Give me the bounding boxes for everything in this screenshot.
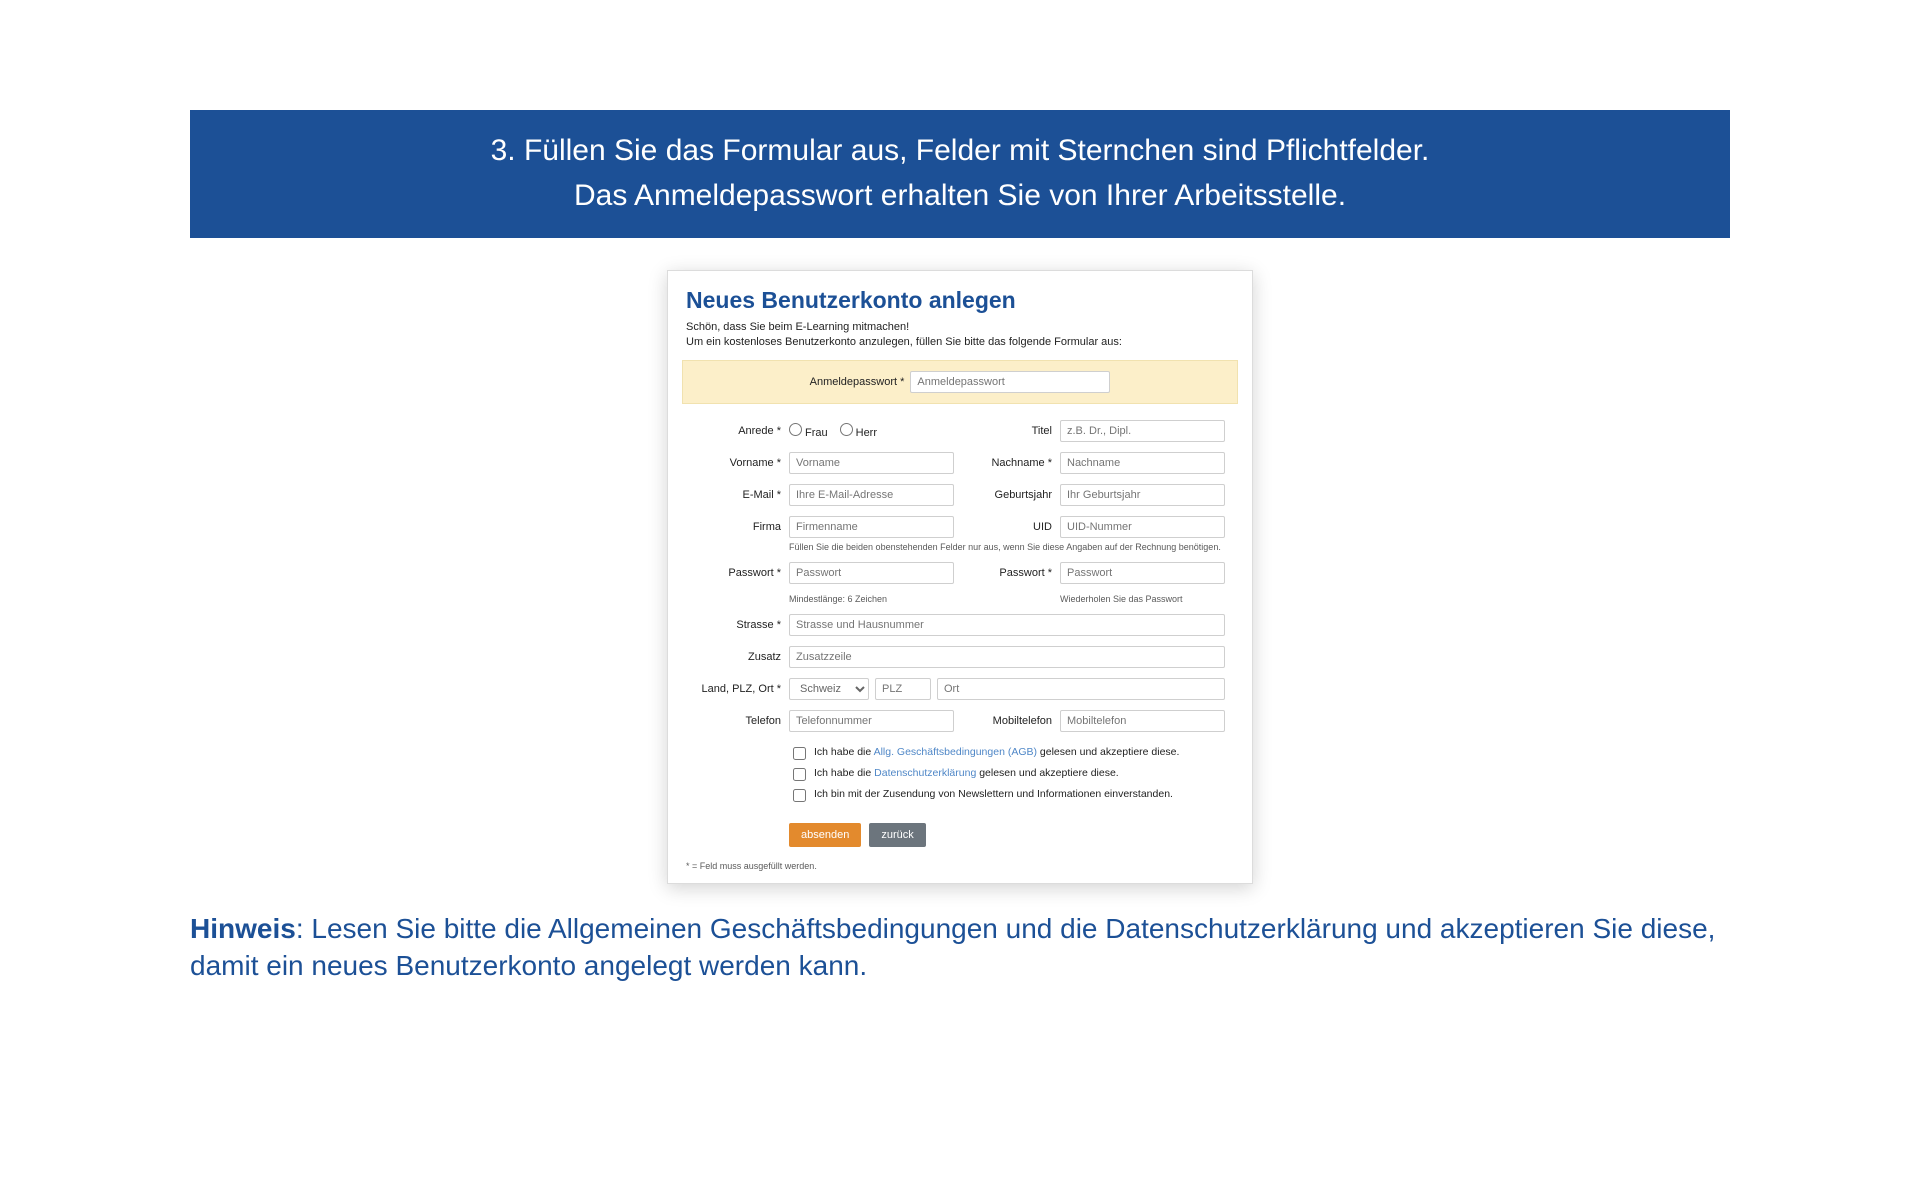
anrede-frau-option[interactable]: Frau: [789, 423, 828, 439]
plz-input[interactable]: [875, 678, 931, 700]
newsletter-checkbox[interactable]: [793, 789, 806, 802]
passwort-hint-left: Mindestlänge: 6 Zeichen: [789, 594, 954, 604]
anrede-herr-option[interactable]: Herr: [840, 423, 877, 439]
registration-card: Neues Benutzerkonto anlegen Schön, dass …: [667, 270, 1253, 884]
titel-input[interactable]: [1060, 420, 1225, 442]
agb-link[interactable]: Allg. Geschäftsbedingungen (AGB): [874, 746, 1037, 758]
banner-line-1: 3. Füllen Sie das Formular aus, Felder m…: [190, 128, 1730, 173]
passwort2-input[interactable]: [1060, 562, 1225, 584]
geburtsjahr-input[interactable]: [1060, 484, 1225, 506]
nachname-input[interactable]: [1060, 452, 1225, 474]
passwort-hint-right: Wiederholen Sie das Passwort: [1060, 594, 1225, 604]
agb-checkbox-row[interactable]: Ich habe die Allg. Geschäftsbedingungen …: [789, 746, 1225, 763]
datenschutz-checkbox[interactable]: [793, 768, 806, 781]
zusatz-label: Zusatz: [686, 651, 781, 663]
intro-line-1: Schön, dass Sie beim E-Learning mitmache…: [686, 320, 1234, 335]
passwort-input[interactable]: [789, 562, 954, 584]
nachname-label: Nachname *: [962, 457, 1052, 469]
banner-line-2: Das Anmeldepasswort erhalten Sie von Ihr…: [190, 173, 1730, 218]
firma-label: Firma: [686, 521, 781, 533]
anrede-herr-radio[interactable]: [840, 423, 853, 436]
datenschutz-link[interactable]: Datenschutzerklärung: [874, 767, 976, 779]
datenschutz-checkbox-row[interactable]: Ich habe die Datenschutzerklärung gelese…: [789, 767, 1225, 784]
land-select[interactable]: Schweiz: [789, 678, 869, 700]
vorname-input[interactable]: [789, 452, 954, 474]
zusatz-input[interactable]: [789, 646, 1225, 668]
geburtsjahr-label: Geburtsjahr: [962, 489, 1052, 501]
passwort2-label: Passwort *: [962, 567, 1052, 579]
titel-label: Titel: [962, 425, 1052, 437]
anmeldepasswort-band: Anmeldepasswort *: [682, 360, 1238, 404]
email-input[interactable]: [789, 484, 954, 506]
uid-label: UID: [962, 521, 1052, 533]
agb-checkbox[interactable]: [793, 747, 806, 760]
anmeldepasswort-input[interactable]: [910, 371, 1110, 393]
hint-strong: Hinweis: [190, 913, 296, 944]
uid-input[interactable]: [1060, 516, 1225, 538]
anrede-frau-radio[interactable]: [789, 423, 802, 436]
hint-text: : Lesen Sie bitte die Allgemeinen Geschä…: [190, 913, 1715, 982]
strasse-label: Strasse *: [686, 619, 781, 631]
instruction-banner: 3. Füllen Sie das Formular aus, Felder m…: [190, 110, 1730, 238]
vorname-label: Vorname *: [686, 457, 781, 469]
email-label: E-Mail *: [686, 489, 781, 501]
telefon-label: Telefon: [686, 715, 781, 727]
passwort-label: Passwort *: [686, 567, 781, 579]
intro-line-2: Um ein kostenloses Benutzerkonto anzuleg…: [686, 335, 1234, 350]
form-title: Neues Benutzerkonto anlegen: [686, 287, 1234, 314]
submit-button[interactable]: absenden: [789, 823, 861, 847]
firma-input[interactable]: [789, 516, 954, 538]
anmeldepasswort-label: Anmeldepasswort *: [810, 376, 905, 388]
ort-input[interactable]: [937, 678, 1225, 700]
required-footnote: * = Feld muss ausgefüllt werden.: [686, 861, 1234, 871]
land-plz-ort-label: Land, PLZ, Ort *: [686, 683, 781, 695]
telefon-input[interactable]: [789, 710, 954, 732]
back-button[interactable]: zurück: [869, 823, 925, 847]
anrede-label: Anrede *: [686, 425, 781, 437]
mobil-input[interactable]: [1060, 710, 1225, 732]
newsletter-checkbox-row[interactable]: Ich bin mit der Zusendung von Newsletter…: [789, 788, 1225, 805]
mobil-label: Mobiltelefon: [962, 715, 1052, 727]
strasse-input[interactable]: [789, 614, 1225, 636]
hint-paragraph: Hinweis: Lesen Sie bitte die Allgemeinen…: [190, 910, 1730, 986]
firma-note: Füllen Sie die beiden obenstehenden Feld…: [789, 542, 1225, 552]
